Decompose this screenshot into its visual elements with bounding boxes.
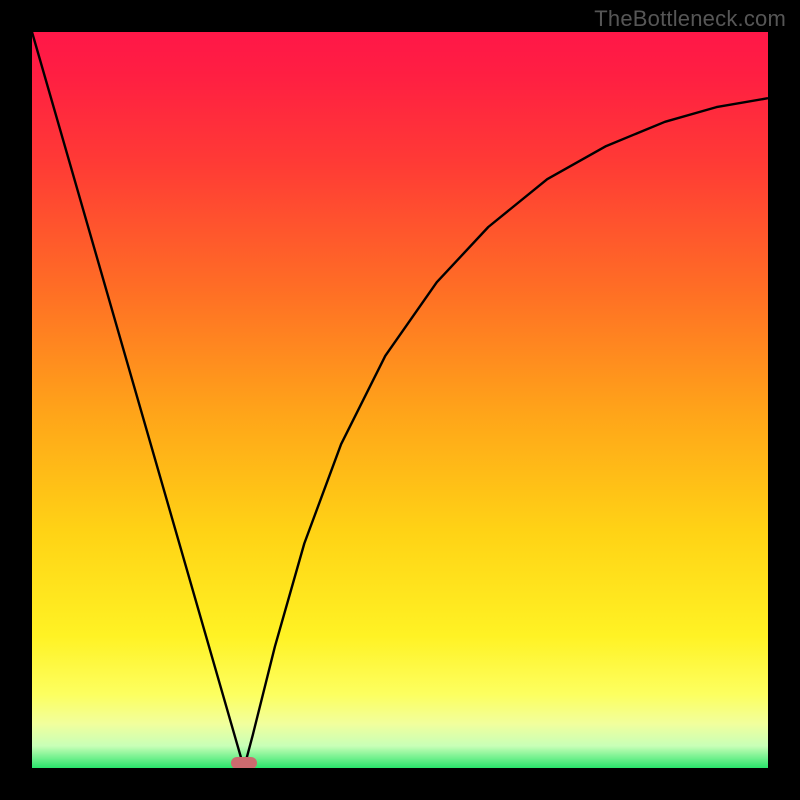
optimum-marker — [231, 757, 257, 768]
chart-frame: TheBottleneck.com — [0, 0, 800, 800]
plot-area — [32, 32, 768, 768]
curve-svg — [32, 32, 768, 768]
bottleneck-curve-path — [32, 32, 768, 768]
watermark-text: TheBottleneck.com — [594, 6, 786, 32]
